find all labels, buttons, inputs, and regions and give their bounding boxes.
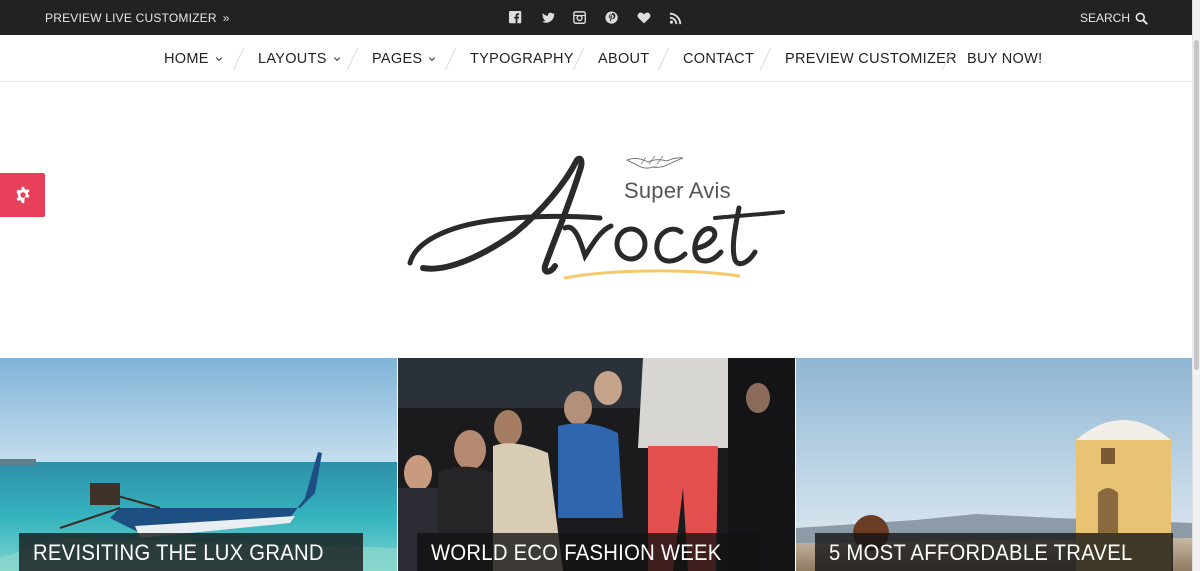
nav-item-contact[interactable]: CONTACT: [683, 51, 754, 67]
site-logo[interactable]: Super Avis: [405, 148, 790, 288]
nav-divider: [572, 48, 585, 70]
search-button[interactable]: SEARCH: [1080, 11, 1148, 25]
nav-item-label: BUY NOW!: [967, 51, 1043, 67]
logo-tagline: Super Avis: [624, 178, 731, 203]
pinterest-icon[interactable]: [605, 10, 637, 26]
rss-icon[interactable]: [669, 10, 701, 26]
social-links: [509, 10, 701, 26]
chevron-down-icon: [429, 57, 436, 62]
nav-divider: [444, 48, 457, 70]
nav-item-label: TYPOGRAPHY: [470, 51, 574, 67]
featured-post-card[interactable]: WORLD ECO FASHION WEEK: [398, 358, 795, 571]
nav-item-label: LAYOUTS: [258, 51, 327, 67]
search-icon: [1135, 12, 1148, 25]
chevron-down-icon: [333, 57, 340, 62]
featured-post-card[interactable]: REVISITING THE LUX GRAND: [0, 358, 397, 571]
featured-post-title-text: 5 MOST AFFORDABLE TRAVEL: [829, 540, 1133, 565]
search-label: SEARCH: [1079, 11, 1130, 25]
featured-post-card[interactable]: 5 MOST AFFORDABLE TRAVEL: [796, 358, 1193, 571]
nav-item-label: PREVIEW CUSTOMIZER: [785, 51, 957, 67]
featured-post-title-text: WORLD ECO FASHION WEEK: [431, 540, 722, 565]
nav-item-preview-customizer[interactable]: PREVIEW CUSTOMIZER: [785, 51, 957, 67]
gear-icon: [16, 186, 29, 204]
nav-item-pages[interactable]: PAGES: [372, 51, 436, 67]
top-bar: PREVIEW LIVE CUSTOMIZER » SEARCH: [0, 0, 1200, 35]
nav-item-about[interactable]: ABOUT: [598, 51, 649, 67]
nav-item-typography[interactable]: TYPOGRAPHY: [470, 51, 574, 67]
facebook-icon[interactable]: [509, 10, 541, 26]
twitter-icon[interactable]: [541, 10, 573, 26]
nav-divider: [346, 48, 359, 70]
preview-live-customizer-label: PREVIEW LIVE CUSTOMIZER: [45, 11, 217, 25]
main-navigation: HOME LAYOUTS PAGES TYPOGRAPHY ABOUT CONT…: [0, 35, 1192, 82]
nav-divider: [232, 48, 245, 70]
nav-item-home[interactable]: HOME: [164, 51, 223, 67]
featured-post-title[interactable]: REVISITING THE LUX GRAND: [19, 533, 364, 571]
heart-icon[interactable]: [637, 10, 669, 26]
double-chevron-right-icon: »: [222, 11, 230, 25]
nav-item-layouts[interactable]: LAYOUTS: [258, 51, 341, 67]
chevron-down-icon: [215, 57, 222, 62]
nav-divider: [657, 48, 670, 70]
nav-item-label: HOME: [164, 51, 209, 67]
nav-divider: [759, 48, 772, 70]
featured-post-title[interactable]: 5 MOST AFFORDABLE TRAVEL: [815, 533, 1173, 571]
instagram-icon[interactable]: [573, 10, 605, 26]
page-scrollbar[interactable]: [1192, 0, 1200, 571]
nav-item-label: CONTACT: [683, 51, 755, 67]
avocet-logo-mark: [407, 155, 785, 280]
featured-posts: REVISITING THE LUX GRAND WORLD ECO FASHI…: [0, 358, 1193, 571]
nav-item-buy-now[interactable]: BUY NOW!: [967, 51, 1042, 67]
featured-post-title[interactable]: WORLD ECO FASHION WEEK: [417, 533, 761, 571]
preview-live-customizer-link[interactable]: PREVIEW LIVE CUSTOMIZER »: [45, 11, 230, 25]
featured-post-title-text: REVISITING THE LUX GRAND: [33, 540, 324, 565]
customizer-settings-toggle[interactable]: [0, 173, 45, 217]
scrollbar-thumb[interactable]: [1194, 40, 1199, 370]
nav-item-label: ABOUT: [598, 51, 650, 67]
nav-item-label: PAGES: [372, 51, 423, 67]
